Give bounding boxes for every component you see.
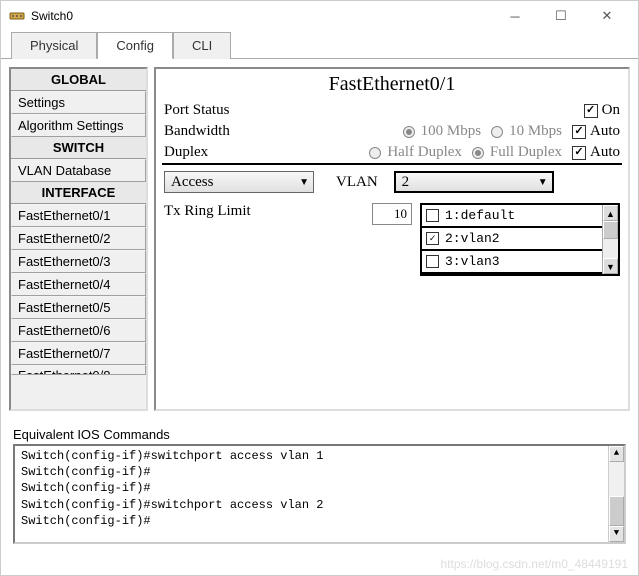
app-icon bbox=[9, 8, 25, 24]
chevron-down-icon: ▼ bbox=[299, 177, 309, 188]
port-status-on-label: On bbox=[602, 102, 620, 119]
bandwidth-label: Bandwidth bbox=[164, 123, 284, 140]
vlan-option-1-checkbox[interactable] bbox=[426, 209, 439, 222]
sidebar-item-fe05[interactable]: FastEthernet0/5 bbox=[11, 296, 146, 319]
interface-config-panel: FastEthernet0/1 Port Status On Bandwidth… bbox=[154, 67, 630, 411]
sidebar-item-fe06[interactable]: FastEthernet0/6 bbox=[11, 319, 146, 342]
port-mode-dropdown[interactable]: Access ▼ bbox=[164, 171, 314, 193]
sidebar-item-vlan-database[interactable]: VLAN Database bbox=[11, 159, 146, 182]
sidebar-item-settings[interactable]: Settings bbox=[11, 91, 146, 114]
maximize-button[interactable]: ☐ bbox=[538, 1, 584, 31]
sidebar-item-fe03[interactable]: FastEthernet0/3 bbox=[11, 250, 146, 273]
duplex-half-label: Half Duplex bbox=[387, 144, 462, 161]
bandwidth-auto-checkbox[interactable] bbox=[572, 125, 586, 139]
bandwidth-radio-10[interactable] bbox=[491, 126, 503, 138]
vlan-option-1[interactable]: 1:default bbox=[422, 205, 602, 228]
scroll-down-icon[interactable]: ▼ bbox=[603, 258, 618, 274]
window-title: Switch0 bbox=[31, 9, 73, 23]
sidebar-header-global: GLOBAL bbox=[11, 69, 146, 91]
port-status-checkbox[interactable] bbox=[584, 104, 598, 118]
tab-config[interactable]: Config bbox=[97, 32, 173, 59]
duplex-radio-half[interactable] bbox=[369, 147, 381, 159]
duplex-full-label: Full Duplex bbox=[490, 144, 562, 161]
scroll-thumb[interactable] bbox=[609, 496, 624, 526]
vlan-option-2-checkbox[interactable] bbox=[426, 232, 439, 245]
bandwidth-auto-label: Auto bbox=[590, 123, 620, 140]
ios-line: Switch(config-if)#switchport access vlan… bbox=[21, 497, 618, 513]
vlan-option-2[interactable]: 2:vlan2 bbox=[422, 228, 602, 251]
scroll-up-icon[interactable]: ▲ bbox=[603, 205, 618, 221]
port-status-label: Port Status bbox=[164, 102, 284, 119]
port-mode-value: Access bbox=[171, 174, 213, 191]
ios-line: Switch(config-if)#switchport access vlan… bbox=[21, 448, 618, 464]
duplex-auto-label: Auto bbox=[590, 144, 620, 161]
ios-commands-label: Equivalent IOS Commands bbox=[13, 425, 626, 444]
vlan-option-3[interactable]: 3:vlan3 bbox=[422, 251, 602, 274]
ios-line: Switch(config-if)# bbox=[21, 480, 618, 496]
sidebar-item-fe01[interactable]: FastEthernet0/1 bbox=[11, 204, 146, 227]
interface-title: FastEthernet0/1 bbox=[156, 69, 628, 100]
vlan-option-1-label: 1:default bbox=[445, 208, 515, 223]
ios-scrollbar[interactable]: ▲ ▼ bbox=[608, 446, 624, 542]
chevron-down-icon: ▼ bbox=[538, 177, 548, 188]
vlan-options-scrollbar[interactable]: ▲ ▼ bbox=[602, 205, 618, 274]
bandwidth-10-label: 10 Mbps bbox=[509, 123, 562, 140]
vlan-option-3-label: 3:vlan3 bbox=[445, 254, 500, 269]
titlebar: Switch0 ─ ☐ ✕ bbox=[1, 1, 638, 31]
close-button[interactable]: ✕ bbox=[584, 1, 630, 31]
vlan-option-2-label: 2:vlan2 bbox=[445, 231, 500, 246]
sidebar-item-algorithm-settings[interactable]: Algorithm Settings bbox=[11, 114, 146, 137]
vlan-options-list: 1:default 2:vlan2 3:vlan3 ▲ ▼ bbox=[420, 203, 620, 276]
config-sidebar: GLOBAL Settings Algorithm Settings SWITC… bbox=[9, 67, 148, 411]
sidebar-item-fe07[interactable]: FastEthernet0/7 bbox=[11, 342, 146, 365]
tab-bar: Physical Config CLI bbox=[1, 31, 638, 59]
sidebar-header-switch: SWITCH bbox=[11, 137, 146, 159]
watermark: https://blog.csdn.net/m0_48449191 bbox=[441, 557, 628, 571]
tab-physical[interactable]: Physical bbox=[11, 32, 97, 59]
sidebar-item-fe08[interactable]: FastEthernet0/8 bbox=[11, 365, 146, 375]
vlan-label: VLAN bbox=[336, 174, 378, 191]
scroll-down-icon[interactable]: ▼ bbox=[609, 526, 624, 542]
tx-ring-input[interactable] bbox=[372, 203, 412, 225]
tab-cli[interactable]: CLI bbox=[173, 32, 231, 59]
minimize-button[interactable]: ─ bbox=[492, 1, 538, 31]
bandwidth-100-label: 100 Mbps bbox=[421, 123, 481, 140]
duplex-label: Duplex bbox=[164, 144, 284, 161]
ios-line: Switch(config-if)# bbox=[21, 464, 618, 480]
sidebar-header-interface: INTERFACE bbox=[11, 182, 146, 204]
vlan-option-3-checkbox[interactable] bbox=[426, 255, 439, 268]
duplex-radio-full[interactable] bbox=[472, 147, 484, 159]
sidebar-item-fe04[interactable]: FastEthernet0/4 bbox=[11, 273, 146, 296]
vlan-dropdown[interactable]: 2 ▼ bbox=[394, 171, 554, 193]
scroll-thumb[interactable] bbox=[603, 221, 618, 239]
ios-commands-output[interactable]: Switch(config-if)#switchport access vlan… bbox=[13, 444, 626, 544]
tx-ring-label: Tx Ring Limit bbox=[164, 203, 364, 220]
vlan-selected-value: 2 bbox=[402, 174, 410, 191]
sidebar-item-fe02[interactable]: FastEthernet0/2 bbox=[11, 227, 146, 250]
bandwidth-radio-100[interactable] bbox=[403, 126, 415, 138]
scroll-up-icon[interactable]: ▲ bbox=[609, 446, 624, 462]
ios-line: Switch(config-if)# bbox=[21, 513, 618, 529]
duplex-auto-checkbox[interactable] bbox=[572, 146, 586, 160]
